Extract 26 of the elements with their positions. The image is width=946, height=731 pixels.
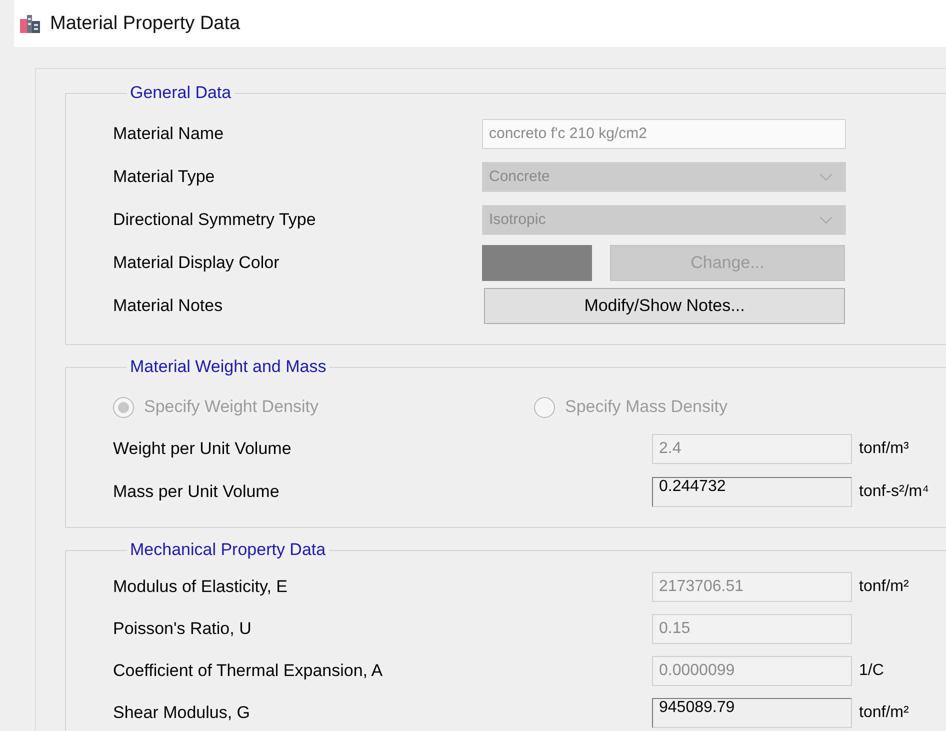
chevron-down-icon <box>819 216 833 224</box>
field-label: Weight per Unit Volume <box>113 438 292 458</box>
group-title: General Data <box>129 83 232 103</box>
notes-button[interactable]: Modify/Show Notes... <box>484 288 845 324</box>
field-label: Mass per Unit Volume <box>113 482 280 502</box>
number-field[interactable]: 945089.79 <box>652 698 852 728</box>
unit-label: 1/C <box>859 662 885 680</box>
group-title: Mechanical Property Data <box>129 540 327 560</box>
window-title: Material Property Data <box>50 12 240 34</box>
unit-label: tonf/m³ <box>859 440 910 458</box>
field-label: Directional Symmetry Type <box>113 210 317 230</box>
field-label: Material Type <box>113 166 216 186</box>
unit-label: tonf/m² <box>859 578 910 596</box>
field-label: Coefficient of Thermal Expansion, A <box>113 661 384 681</box>
unit-label: tonf/m² <box>859 704 910 722</box>
field-label: Poisson's Ratio, U <box>113 619 252 639</box>
field-label: Material Display Color <box>113 252 280 272</box>
number-field[interactable]: 0.244732 <box>652 476 852 506</box>
field-label: Shear Modulus, G <box>113 703 252 723</box>
field-label: Material Notes <box>113 296 224 316</box>
app-icon <box>20 14 40 32</box>
chevron-down-icon <box>819 172 833 180</box>
group-title: Material Weight and Mass <box>129 357 328 377</box>
field-label: Modulus of Elasticity, E <box>113 577 288 597</box>
field-label: Material Name <box>113 124 225 144</box>
unit-label: tonf-s²/m⁴ <box>859 482 930 500</box>
